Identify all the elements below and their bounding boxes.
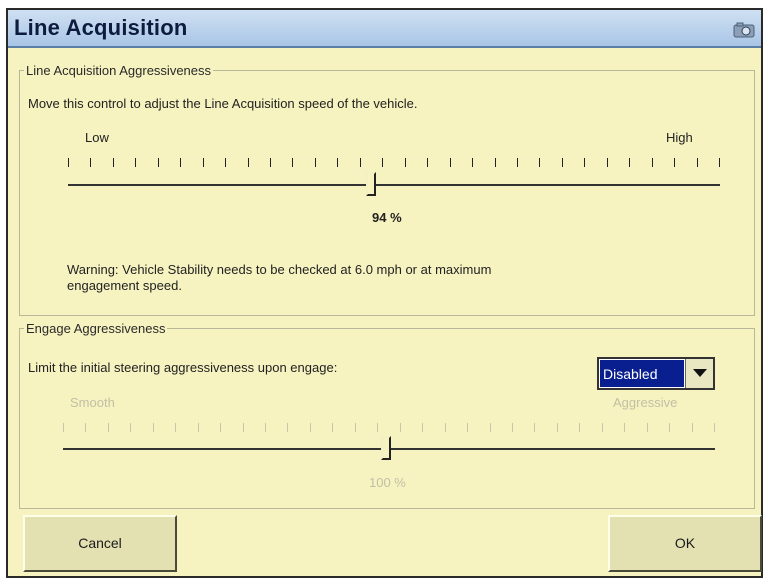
slider-tick: [203, 158, 204, 167]
slider-tick: [270, 158, 271, 167]
title-bar: Line Acquisition: [8, 10, 761, 48]
warning-text-line1: Warning: Vehicle Stability needs to be c…: [67, 262, 492, 277]
slider-tick: [108, 423, 109, 432]
slider-tick: [158, 158, 159, 167]
slider-tick: [90, 158, 91, 167]
line-acquisition-slider-thumb[interactable]: [366, 172, 376, 196]
slider-tick: [248, 158, 249, 167]
warning-text-line2: engagement speed.: [67, 278, 182, 293]
slider-tick: [445, 423, 446, 432]
cancel-button[interactable]: Cancel: [23, 515, 177, 572]
slider-tick: [180, 158, 181, 167]
smooth-label: Smooth: [70, 395, 115, 410]
slider-tick: [697, 158, 698, 167]
slider-tick: [85, 423, 86, 432]
slider-tick: [220, 423, 221, 432]
slider-tick: [629, 158, 630, 167]
slider-tick: [360, 158, 361, 167]
slider-tick: [355, 423, 356, 432]
slider-tick: [113, 158, 114, 167]
slider-tick: [562, 158, 563, 167]
ok-button[interactable]: OK: [608, 515, 762, 572]
slider-tick: [130, 423, 131, 432]
slider-tick: [225, 158, 226, 167]
slider-tick: [377, 423, 378, 432]
slider-tick: [714, 423, 715, 432]
slider-tick: [669, 423, 670, 432]
slider-tick: [243, 423, 244, 432]
slider-tick: [557, 423, 558, 432]
slider-tick: [198, 423, 199, 432]
slider-tick: [175, 423, 176, 432]
slider-tick: [287, 423, 288, 432]
line-acquisition-dialog: Line Acquisition Line Acquisition Aggres…: [6, 8, 763, 578]
slider-tick: [405, 158, 406, 167]
slider-tick: [135, 158, 136, 167]
slider-tick: [422, 423, 423, 432]
window-title: Line Acquisition: [14, 15, 188, 40]
dropdown-arrow-button[interactable]: [685, 359, 713, 388]
slider-tick: [607, 158, 608, 167]
slider-tick: [534, 423, 535, 432]
slider-tick: [719, 158, 720, 167]
slider-tick: [337, 158, 338, 167]
slider-tick: [539, 158, 540, 167]
slider-tick: [315, 158, 316, 167]
engage-ticks: [63, 423, 715, 433]
slider-tick: [495, 158, 496, 167]
chevron-down-icon: [693, 369, 707, 377]
slider-tick: [602, 423, 603, 432]
slider-tick: [265, 423, 266, 432]
slider-tick: [332, 423, 333, 432]
slider-tick: [400, 423, 401, 432]
high-label: High: [666, 130, 693, 145]
slider-tick: [652, 158, 653, 167]
engage-value: 100 %: [369, 475, 406, 490]
slider-tick: [467, 423, 468, 432]
slider-tick: [647, 423, 648, 432]
slider-tick: [579, 423, 580, 432]
camera-icon[interactable]: [733, 22, 755, 38]
line-acquisition-track[interactable]: [68, 184, 720, 186]
slider-tick: [63, 423, 64, 432]
engage-slider-thumb[interactable]: [381, 436, 391, 460]
line-acquisition-description: Move this control to adjust the Line Acq…: [28, 96, 418, 111]
line-acquisition-legend: Line Acquisition Aggressiveness: [26, 63, 212, 78]
low-label: Low: [85, 130, 109, 145]
engage-legend: Engage Aggressiveness: [26, 321, 166, 336]
slider-tick: [674, 158, 675, 167]
line-acquisition-ticks: [68, 158, 720, 168]
slider-tick: [153, 423, 154, 432]
engage-aggressiveness-dropdown[interactable]: Disabled: [597, 357, 715, 390]
aggressive-label: Aggressive: [613, 395, 678, 410]
slider-tick: [692, 423, 693, 432]
engage-description: Limit the initial steering aggressivenes…: [28, 360, 338, 375]
slider-tick: [490, 423, 491, 432]
slider-tick: [512, 423, 513, 432]
slider-tick: [450, 158, 451, 167]
dropdown-selected-value: Disabled: [600, 360, 684, 387]
slider-tick: [292, 158, 293, 167]
slider-tick: [472, 158, 473, 167]
slider-tick: [68, 158, 69, 167]
slider-tick: [517, 158, 518, 167]
slider-tick: [382, 158, 383, 167]
slider-tick: [427, 158, 428, 167]
line-acquisition-value: 94 %: [372, 210, 402, 225]
slider-tick: [584, 158, 585, 167]
slider-tick: [310, 423, 311, 432]
slider-tick: [624, 423, 625, 432]
